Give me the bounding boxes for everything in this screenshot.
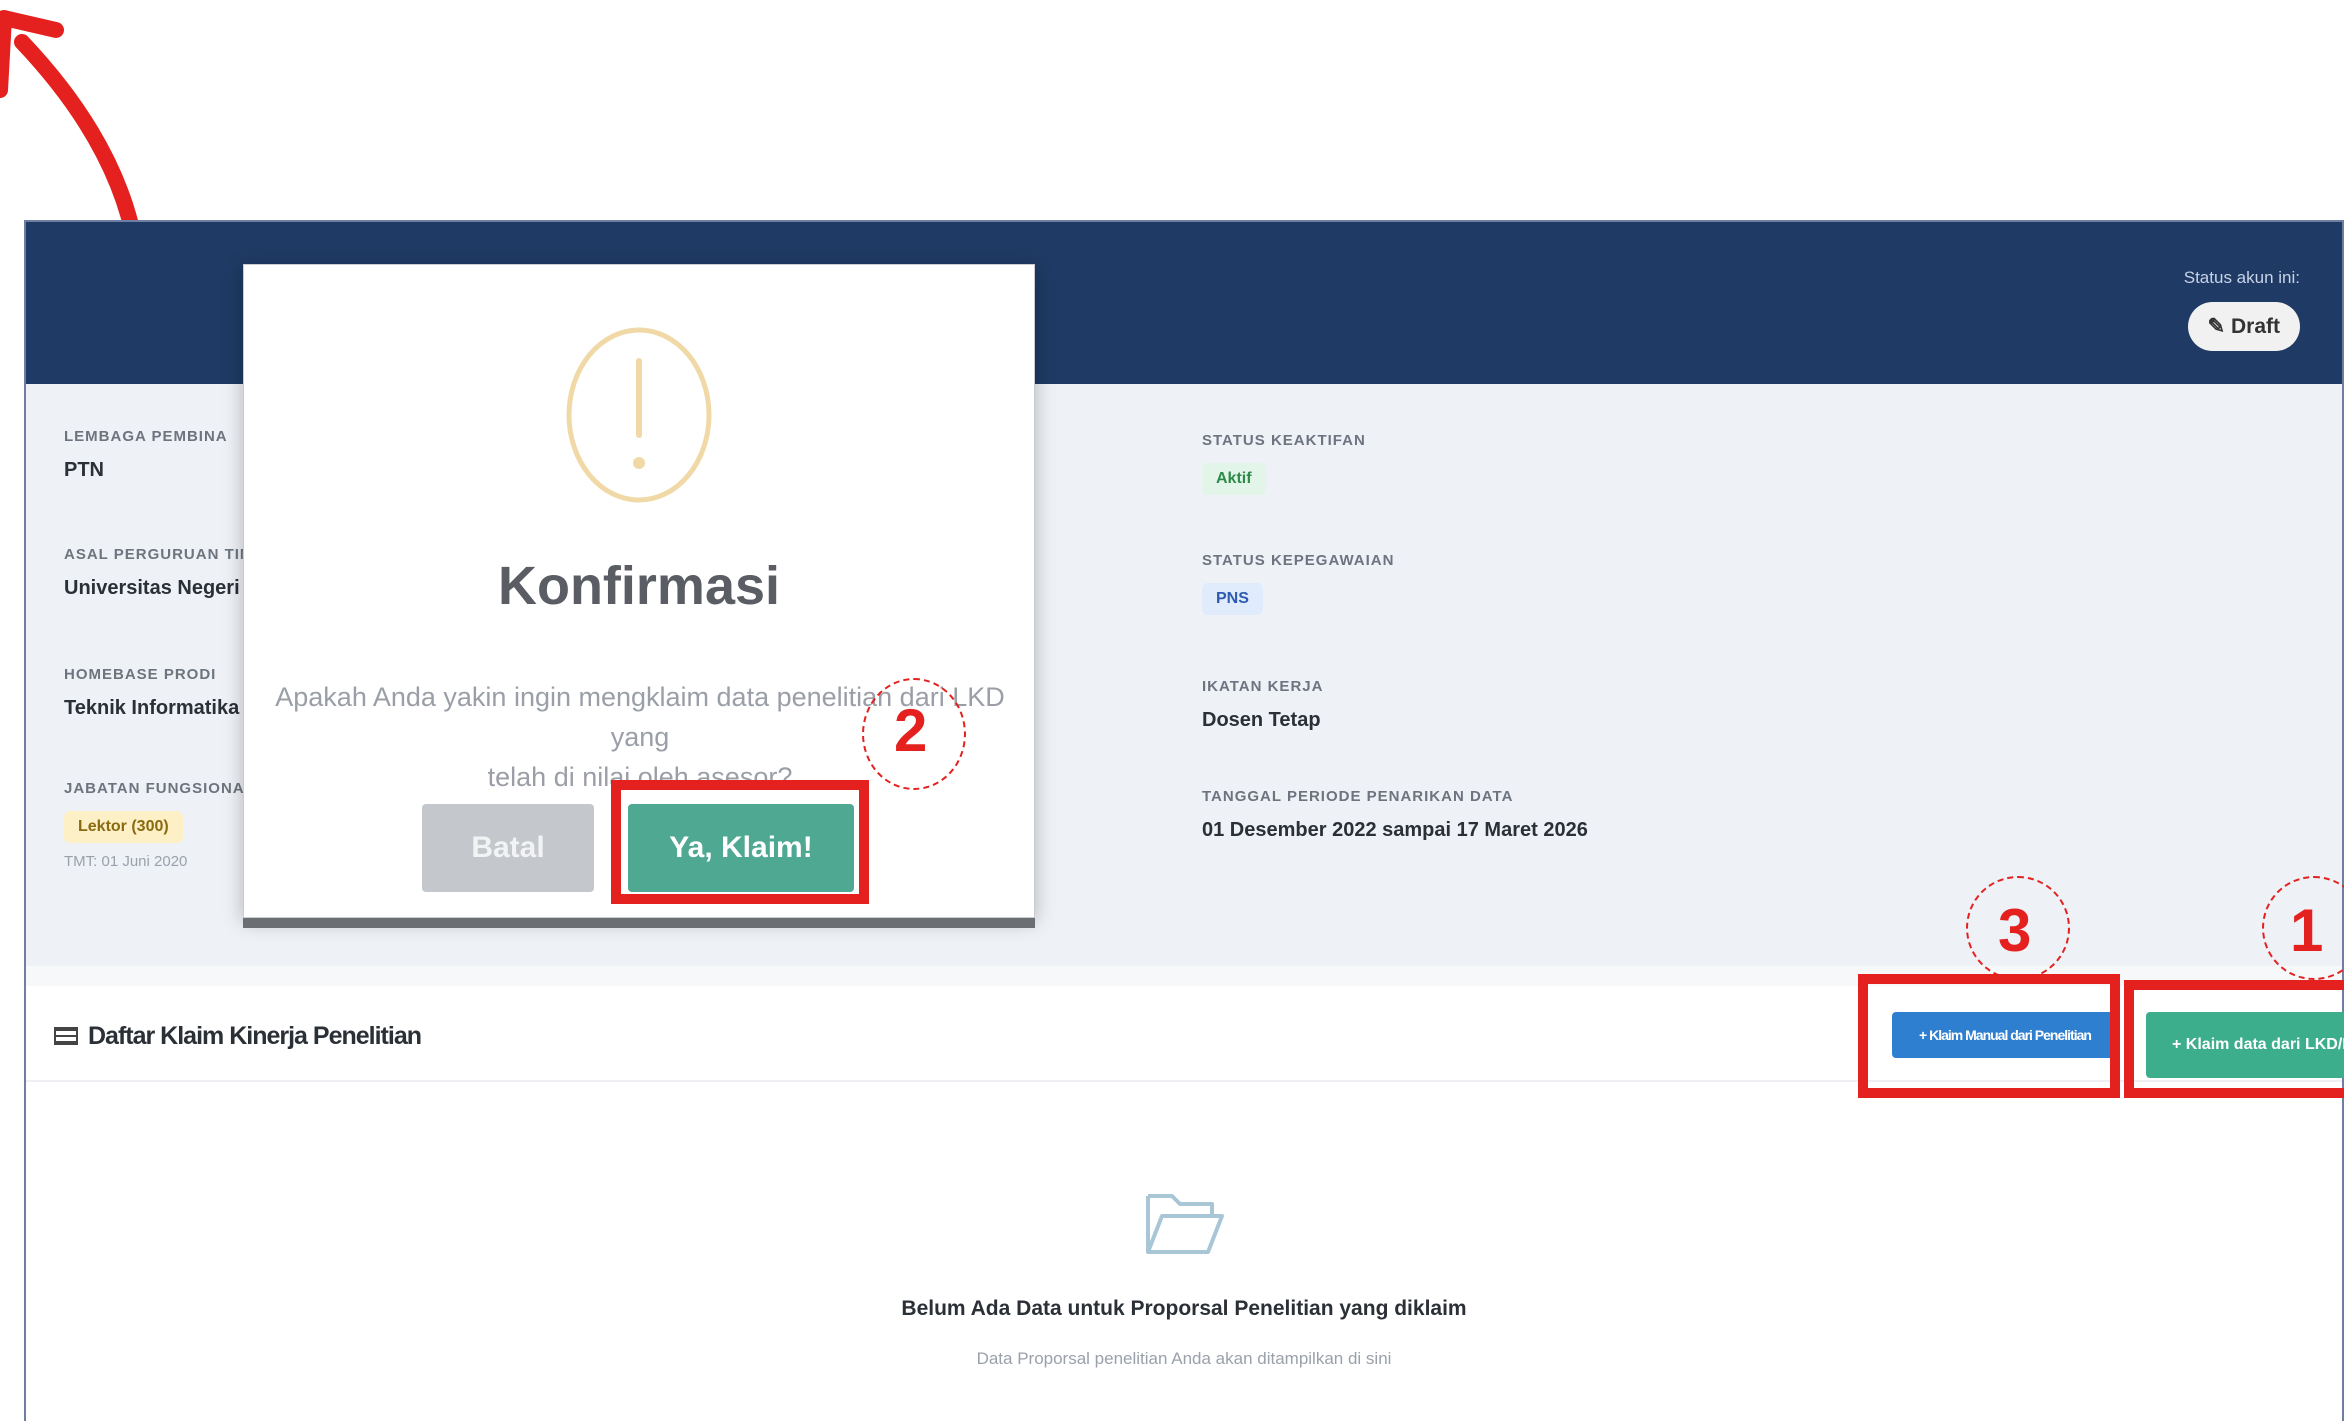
empty-title: Belum Ada Data untuk Proporsal Penelitia… (901, 1297, 1467, 1320)
status-badge: Aktif (1202, 463, 1266, 495)
account-status: Status akun ini: ✎ Draft (2184, 268, 2300, 351)
field-label: STATUS KEAKTIFAN (1202, 432, 1366, 449)
section-title: Daftar Klaim Kinerja Penelitian (54, 1022, 422, 1051)
section-title-text: Daftar Klaim Kinerja Penelitian (88, 1022, 422, 1050)
field-homebase: HOMEBASE PRODI Teknik Informatika (64, 666, 239, 720)
draft-badge[interactable]: ✎ Draft (2187, 302, 2300, 351)
field-value: Dosen Tetap (1202, 709, 1321, 731)
warning-icon (564, 325, 714, 510)
dialog-title: Konfirmasi (497, 556, 781, 616)
account-status-label: Status akun ini: (2183, 268, 2300, 287)
field-status-kepegawaian: STATUS KEPEGAWAIAN PNS (1202, 552, 1394, 615)
jabatan-badge: Lektor (300) (64, 811, 183, 843)
status-badge: PNS (1202, 583, 1263, 615)
field-label: HOMEBASE PRODI (64, 666, 217, 683)
field-label: STATUS KEPEGAWAIAN (1202, 552, 1395, 569)
screenshot-stage: Status akun ini: ✎ Draft LEMBAGA PEMBINA… (0, 0, 2344, 1421)
field-periode: TANGGAL PERIODE PENARIKAN DATA 01 Desemb… (1202, 788, 1588, 842)
field-value: PTN (64, 459, 104, 481)
field-status-keaktifan: STATUS KEAKTIFAN Aktif (1202, 432, 1366, 495)
field-label: JABATAN FUNGSIONAL (64, 780, 255, 797)
edit-icon: ✎ (2207, 315, 2231, 338)
folder-open-icon (1142, 1186, 1226, 1265)
annotation-box-3 (1858, 974, 2120, 1098)
annotation-number-2: 2 (894, 697, 928, 764)
annotation-box-1 (2124, 980, 2344, 1098)
annotation-box-2 (611, 780, 869, 904)
field-value: Teknik Informatika (64, 697, 240, 719)
draft-label: Draft (2230, 315, 2280, 338)
field-ikatan-kerja: IKATAN KERJA Dosen Tetap (1202, 678, 1323, 732)
field-value: 01 Desember 2022 sampai 17 Maret 2026 (1202, 819, 1588, 841)
field-label: LEMBAGA PEMBINA (64, 428, 228, 445)
field-label: TANGGAL PERIODE PENARIKAN DATA (1202, 788, 1514, 805)
annotation-number-1: 1 (2290, 897, 2324, 964)
empty-subtitle: Data Proporsal penelitian Anda akan dita… (976, 1349, 1392, 1368)
field-jabatan: JABATAN FUNGSIONAL Lektor (300) TMT: 01 … (64, 780, 255, 870)
cancel-button[interactable]: Batal (422, 804, 594, 892)
annotation-number-3: 3 (1998, 897, 2032, 964)
field-lembaga: LEMBAGA PEMBINA PTN (64, 428, 228, 482)
tmt-text: TMT: 01 Juni 2020 (64, 853, 188, 870)
empty-state: Belum Ada Data untuk Proporsal Penelitia… (26, 1186, 2342, 1369)
field-label: IKATAN KERJA (1202, 678, 1324, 695)
table-icon (54, 1027, 78, 1045)
